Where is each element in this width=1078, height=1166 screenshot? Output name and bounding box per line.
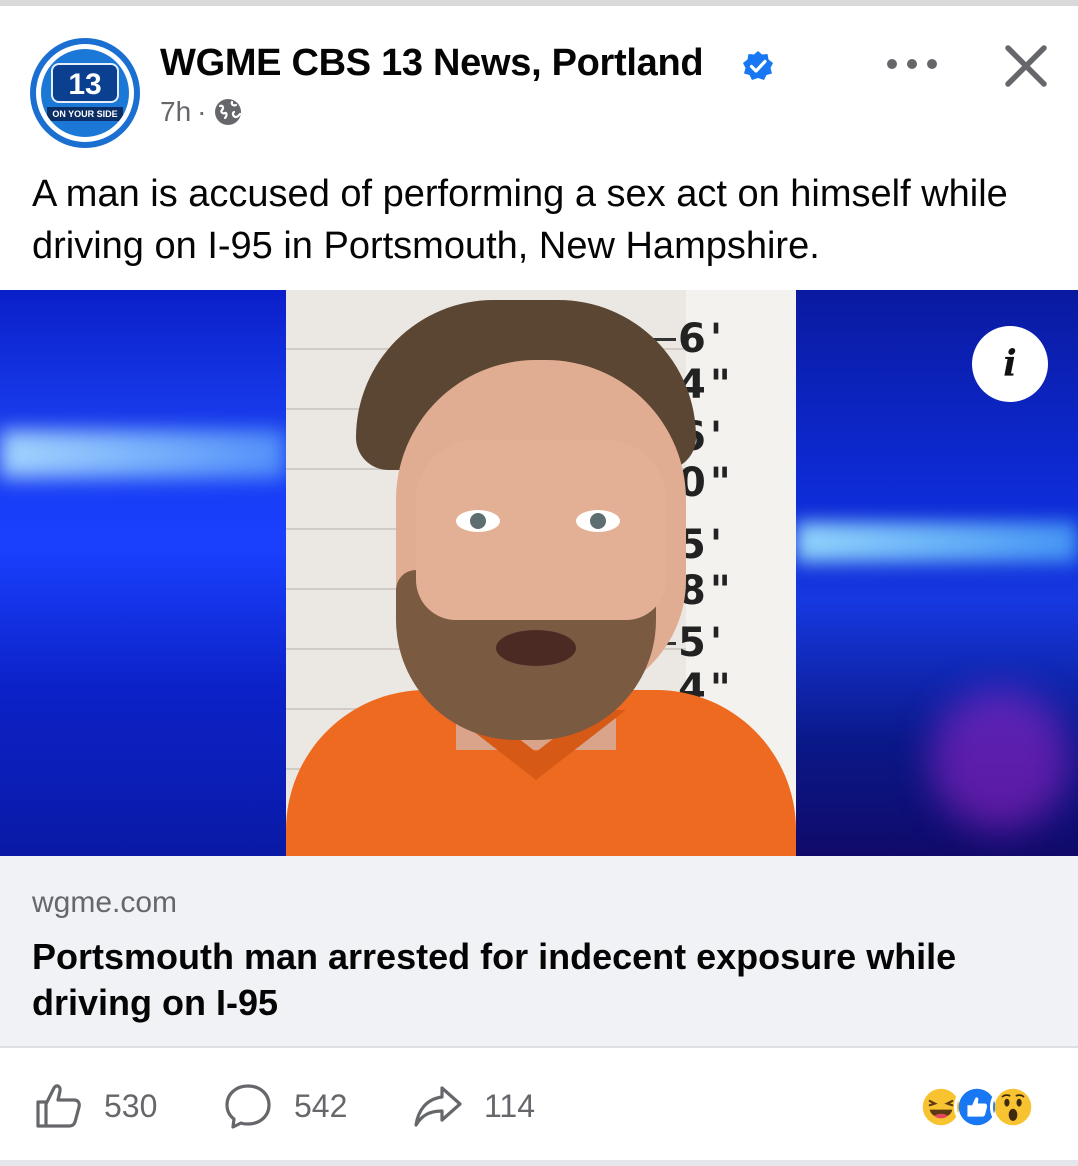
link-headline[interactable]: Portsmouth man arrested for indecent exp… [32,934,1032,1026]
light-glow-right [930,690,1070,830]
light-streak-left [0,430,286,478]
logo-tagline: ON YOUR SIDE [47,107,123,121]
page-avatar[interactable]: 13 ON YOUR SIDE [30,38,140,148]
actions-divider [0,1046,1078,1048]
link-domain: wgme.com [32,886,178,919]
link-preview[interactable]: wgme.com Portsmouth man arrested for ind… [0,856,1078,1046]
comment-count: 542 [294,1087,348,1124]
share-count: 114 [484,1087,536,1124]
comment-icon [225,1084,271,1129]
left-eye [456,510,500,532]
info-button[interactable]: i [972,326,1048,402]
open-mouth [496,630,576,666]
share-arrow-icon [414,1086,462,1127]
like-count: 530 [104,1087,158,1124]
share-button[interactable]: 114 [412,1076,535,1136]
post-time[interactable]: 7h [160,96,191,128]
post-actions: 530 542 114 [0,1076,1078,1136]
globe-icon [215,99,242,125]
post-meta: 7h · [160,96,244,128]
thumbs-up-icon [36,1084,81,1128]
top-divider [0,0,1078,6]
mugshot-photo: 6' 4" 6' 0" 5' 8" 5' 4" 5' 0" [286,290,796,856]
close-icon[interactable] [1000,40,1052,92]
face [416,440,666,620]
light-streak-right [796,522,1078,562]
post-caption: A man is accused of performing a sex act… [32,173,1008,267]
avatar-ring: 13 ON YOUR SIDE [36,44,134,142]
height-mark: 5' 8" [678,522,735,614]
police-lights-left [0,290,286,856]
like-button[interactable]: 530 [32,1076,157,1136]
right-eye [576,510,620,532]
height-mark: 6' 4" [678,316,735,408]
bottom-divider [0,1160,1078,1166]
post-image[interactable]: 6' 4" 6' 0" 5' 8" 5' 4" 5' 0" i [0,290,1078,856]
reaction-summary[interactable] [918,1084,1058,1130]
post-header: 13 ON YOUR SIDE WGME CBS 13 News, Portla… [0,30,1078,148]
avatar-logo: 13 ON YOUR SIDE [41,49,129,137]
meta-separator: · [197,96,207,127]
comment-button[interactable]: 542 [222,1076,347,1136]
more-dots-icon[interactable] [884,52,940,76]
logo-number: 13 [51,63,119,103]
verified-badge-icon [743,51,773,80]
page-name-link[interactable]: WGME CBS 13 News, Portland [160,42,704,85]
wow-reaction-icon [990,1084,1036,1130]
